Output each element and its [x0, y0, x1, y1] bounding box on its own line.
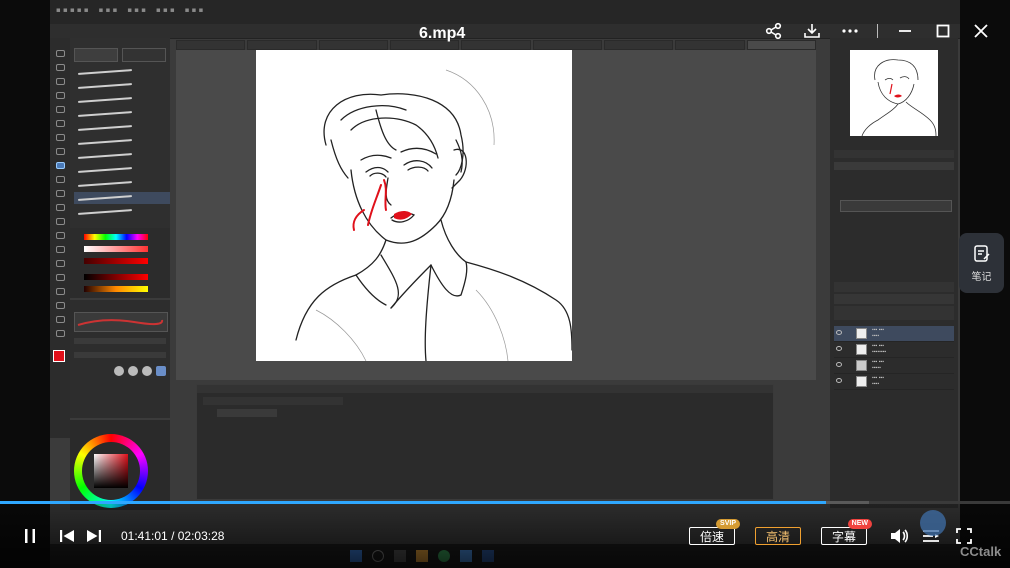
selected-color-swatch [53, 350, 65, 362]
recorded-canvas-area [176, 50, 816, 380]
fullscreen-button[interactable] [954, 526, 974, 546]
pause-icon [25, 529, 35, 543]
speed-label: 倍速 [699, 529, 724, 544]
time-display: 01:41:01 / 02:03:28 [121, 529, 224, 543]
skip-next-icon [87, 530, 101, 542]
cctalk-logo: CCtalk [960, 544, 1002, 559]
notes-label: 笔记 [971, 271, 992, 283]
quality-button[interactable]: 高清 [755, 527, 801, 545]
previous-button[interactable] [58, 526, 76, 546]
video-title: 6.mp4 [419, 25, 466, 42]
more-icon[interactable] [839, 20, 861, 42]
recorded-app-menu: ▪ ▪ ▪ ▪ ▪ ▪ ▪ ▪ ▪ ▪ ▪ ▪ ▪ ▪ ▪ ▪ ▪ [56, 6, 204, 14]
recorded-layer-row: ▪▪▪ ▪▪▪ ▪▪▪▪ [834, 326, 954, 342]
pause-button[interactable] [20, 526, 40, 546]
duration: 02:03:28 [177, 529, 225, 543]
progress-played [0, 501, 827, 504]
recorded-right-panels: ▪▪▪ ▪▪▪ ▪▪▪▪ ▪▪▪ ▪▪▪ ▪▪▪▪▪▪▪▪ ▪▪▪ ▪▪▪ ▪▪▪▪▪… [830, 38, 958, 508]
top-controls [763, 20, 992, 42]
recorded-layer-row: ▪▪▪ ▪▪▪ ▪▪▪▪ [834, 374, 954, 390]
new-badge: NEW [847, 519, 872, 529]
speed-button[interactable]: 倍速 SVIP [689, 519, 740, 545]
recorded-timeline-panel [196, 384, 774, 500]
fullscreen-icon [956, 528, 972, 544]
time-separator: / [171, 529, 175, 543]
close-icon[interactable] [970, 20, 992, 42]
recorded-document-tabs [176, 40, 816, 50]
svip-badge: SVIP [716, 519, 740, 529]
recorded-brush-panel [70, 38, 170, 228]
maximize-icon[interactable] [932, 20, 954, 42]
quality-label: 高清 [765, 529, 790, 544]
volume-button[interactable] [888, 526, 910, 546]
top-controls-divider [877, 24, 878, 38]
recorded-tool-column [50, 38, 70, 438]
subtitle-label: 字幕 [831, 529, 856, 544]
recorded-color-sliders [70, 228, 170, 298]
notes-icon [973, 244, 990, 262]
download-icon[interactable] [801, 20, 823, 42]
recorded-color-wheel-panel [70, 420, 170, 510]
notes-button[interactable]: 笔记 [959, 233, 1004, 293]
volume-icon [891, 529, 909, 543]
skip-previous-icon [60, 530, 74, 542]
current-time: 01:41:01 [121, 529, 168, 543]
next-button[interactable] [85, 526, 103, 546]
recorded-layer-row: ▪▪▪ ▪▪▪ ▪▪▪▪▪ [834, 358, 954, 374]
artwork-sketch [256, 50, 572, 361]
floating-avatar-icon [920, 510, 946, 536]
video-frame[interactable]: ▪ ▪ ▪ ▪ ▪ ▪ ▪ ▪ ▪ ▪ ▪ ▪ ▪ ▪ ▪ ▪ ▪ ▪▪▪ ▪▪… [50, 0, 960, 568]
share-icon[interactable] [763, 20, 785, 42]
navigator-thumbnail [850, 50, 938, 136]
recorded-layer-row: ▪▪▪ ▪▪▪ ▪▪▪▪▪▪▪▪ [834, 342, 954, 358]
minimize-icon[interactable] [894, 20, 916, 42]
progress-bar[interactable] [0, 501, 1010, 504]
recorded-tool-property-panel [70, 300, 170, 418]
subtitle-button[interactable]: 字幕 NEW [821, 519, 872, 545]
